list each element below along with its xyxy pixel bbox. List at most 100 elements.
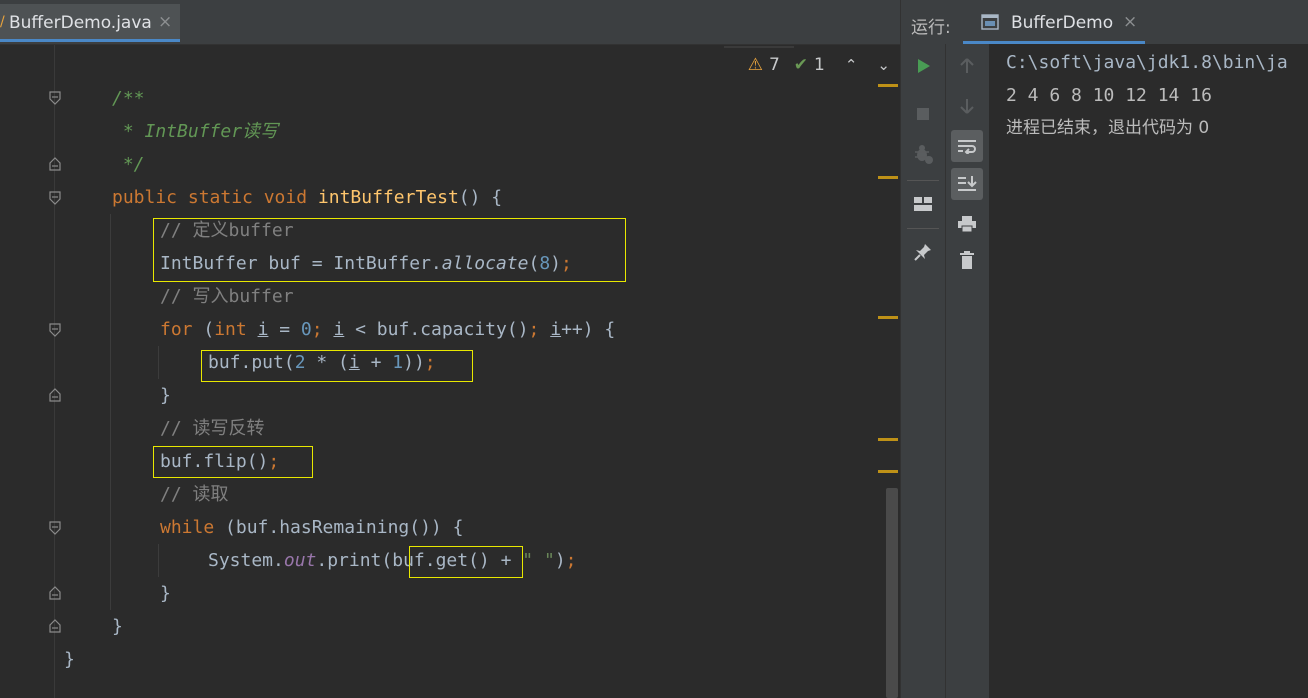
code-text: ++) {: [561, 319, 616, 340]
code-line[interactable]: // 读写反转: [160, 412, 265, 445]
unfold-icon[interactable]: [48, 586, 62, 600]
fold-icon[interactable]: [48, 323, 62, 337]
string-literal: " ": [522, 550, 555, 571]
doc-comment: */: [112, 154, 145, 175]
code-line[interactable]: }: [160, 379, 171, 412]
console-icon: [981, 14, 999, 30]
code-line[interactable]: /**: [112, 82, 145, 115]
toolbar-separator: [907, 180, 939, 181]
code-line[interactable]: for (int i = 0; i < buf.capacity(); i++)…: [160, 313, 615, 346]
highlight-box: [409, 546, 523, 578]
layout-icon[interactable]: [907, 188, 939, 220]
run-tab-bufferdemo[interactable]: BufferDemo ×: [963, 4, 1145, 44]
code-text: () {: [458, 187, 503, 208]
static-field: out: [283, 550, 317, 571]
warning-stripe-marker[interactable]: [878, 438, 898, 441]
run-tool-window[interactable]: 运行: BufferDemo × C:\soft\java\jdk1.8\bin…: [900, 0, 1308, 698]
code-line[interactable]: // 读取: [160, 478, 229, 511]
close-tab-icon[interactable]: ×: [1123, 12, 1137, 32]
code-text: }: [64, 649, 75, 670]
divider: [724, 46, 794, 48]
keyword: while: [160, 517, 215, 538]
previous-highlight-icon[interactable]: ⌃: [845, 56, 858, 74]
console-line: 进程已结束，退出代码为 0: [1006, 118, 1210, 138]
console-output[interactable]: C:\soft\java\jdk1.8\bin\ja 2 4 6 8 10 12…: [1006, 46, 1308, 646]
editor-tab-title: BufferDemo.java: [9, 13, 152, 33]
arrow-up-icon[interactable]: [951, 50, 983, 82]
editor-tab-bar: / BufferDemo.java ×: [0, 0, 900, 45]
soft-wrap-icon[interactable]: [951, 130, 983, 162]
warning-stripe-marker[interactable]: [878, 176, 898, 179]
code-text: .print(: [316, 550, 393, 571]
code-text: }: [112, 616, 123, 637]
doc-comment: * IntBuffer读写: [112, 121, 279, 142]
editor-pane[interactable]: / BufferDemo.java × ⚠ 7 ✔ 1 ⌃ ⌄ /** * In…: [0, 0, 900, 698]
highlight-box: [153, 218, 626, 282]
code-text: =: [268, 319, 301, 340]
arrow-down-icon[interactable]: [951, 90, 983, 122]
trash-icon[interactable]: [951, 244, 983, 276]
indent-guide: [158, 544, 159, 577]
unfold-icon[interactable]: [48, 388, 62, 402]
code-line[interactable]: * IntBuffer读写: [112, 115, 278, 148]
keyword: static: [187, 187, 264, 208]
warning-stripe-marker[interactable]: [878, 316, 898, 319]
variable: i: [550, 319, 562, 340]
code-line[interactable]: }: [160, 577, 171, 610]
unfold-icon[interactable]: [48, 157, 62, 171]
scrollbar-thumb[interactable]: [886, 488, 898, 698]
run-toolbar: [901, 44, 989, 698]
line-comment: // 读写反转: [160, 418, 265, 439]
stop-icon[interactable]: [907, 98, 939, 130]
run-label: 运行:: [911, 18, 951, 38]
semicolon: ;: [565, 550, 577, 571]
doc-comment: /**: [112, 88, 145, 109]
editor-tab-bufferdemo[interactable]: / BufferDemo.java ×: [0, 4, 180, 42]
code-text: ): [554, 550, 566, 571]
inspection-widget[interactable]: ⚠ 7 ✔ 1 ⌃ ⌄: [748, 50, 890, 80]
debug-icon[interactable]: [907, 138, 939, 170]
code-text: }: [160, 385, 171, 406]
fold-icon[interactable]: [48, 91, 62, 105]
highlight-box: [201, 350, 473, 382]
pin-icon[interactable]: [907, 236, 939, 268]
indent-guide: [110, 214, 111, 610]
number-literal: 0: [300, 319, 312, 340]
code-line[interactable]: */: [112, 148, 145, 181]
close-tab-icon[interactable]: ×: [158, 12, 172, 32]
fold-icon[interactable]: [48, 521, 62, 535]
variable: i: [333, 319, 345, 340]
semicolon: ;: [311, 319, 323, 340]
gutter-separator: [54, 45, 55, 698]
line-comment: // 写入buffer: [160, 286, 294, 307]
code-line[interactable]: }: [64, 643, 75, 676]
code-line[interactable]: public static void intBufferTest() {: [112, 181, 502, 214]
keyword: void: [263, 187, 318, 208]
code-line[interactable]: }: [112, 610, 123, 643]
scroll-to-end-icon[interactable]: [951, 168, 983, 200]
code-line[interactable]: while (buf.hasRemaining()) {: [160, 511, 463, 544]
unfold-icon[interactable]: [48, 619, 62, 633]
toolbar-separator: [907, 228, 939, 229]
keyword: for: [160, 319, 193, 340]
warning-icon: ⚠: [747, 55, 763, 75]
run-tab-title: BufferDemo: [1011, 13, 1114, 33]
print-icon[interactable]: [951, 208, 983, 240]
code-text: (buf.hasRemaining()) {: [214, 517, 464, 538]
code-line[interactable]: // 写入buffer: [160, 280, 294, 313]
indent-guide: [158, 346, 159, 379]
typo-check-icon: ✔: [793, 55, 809, 75]
keyword: int: [214, 319, 247, 340]
warning-stripe-marker[interactable]: [878, 470, 898, 473]
keyword: public: [112, 187, 188, 208]
console-line: 2 4 6 8 10 12 14 16: [1006, 85, 1212, 106]
code-text: (: [192, 319, 215, 340]
rerun-icon[interactable]: [907, 50, 939, 82]
fold-icon[interactable]: [48, 191, 62, 205]
toolbar-divider: [945, 44, 946, 698]
typo-count: 1: [814, 55, 825, 75]
code-text: < buf.capacity(): [344, 319, 529, 340]
warning-stripe-marker[interactable]: [878, 84, 898, 87]
